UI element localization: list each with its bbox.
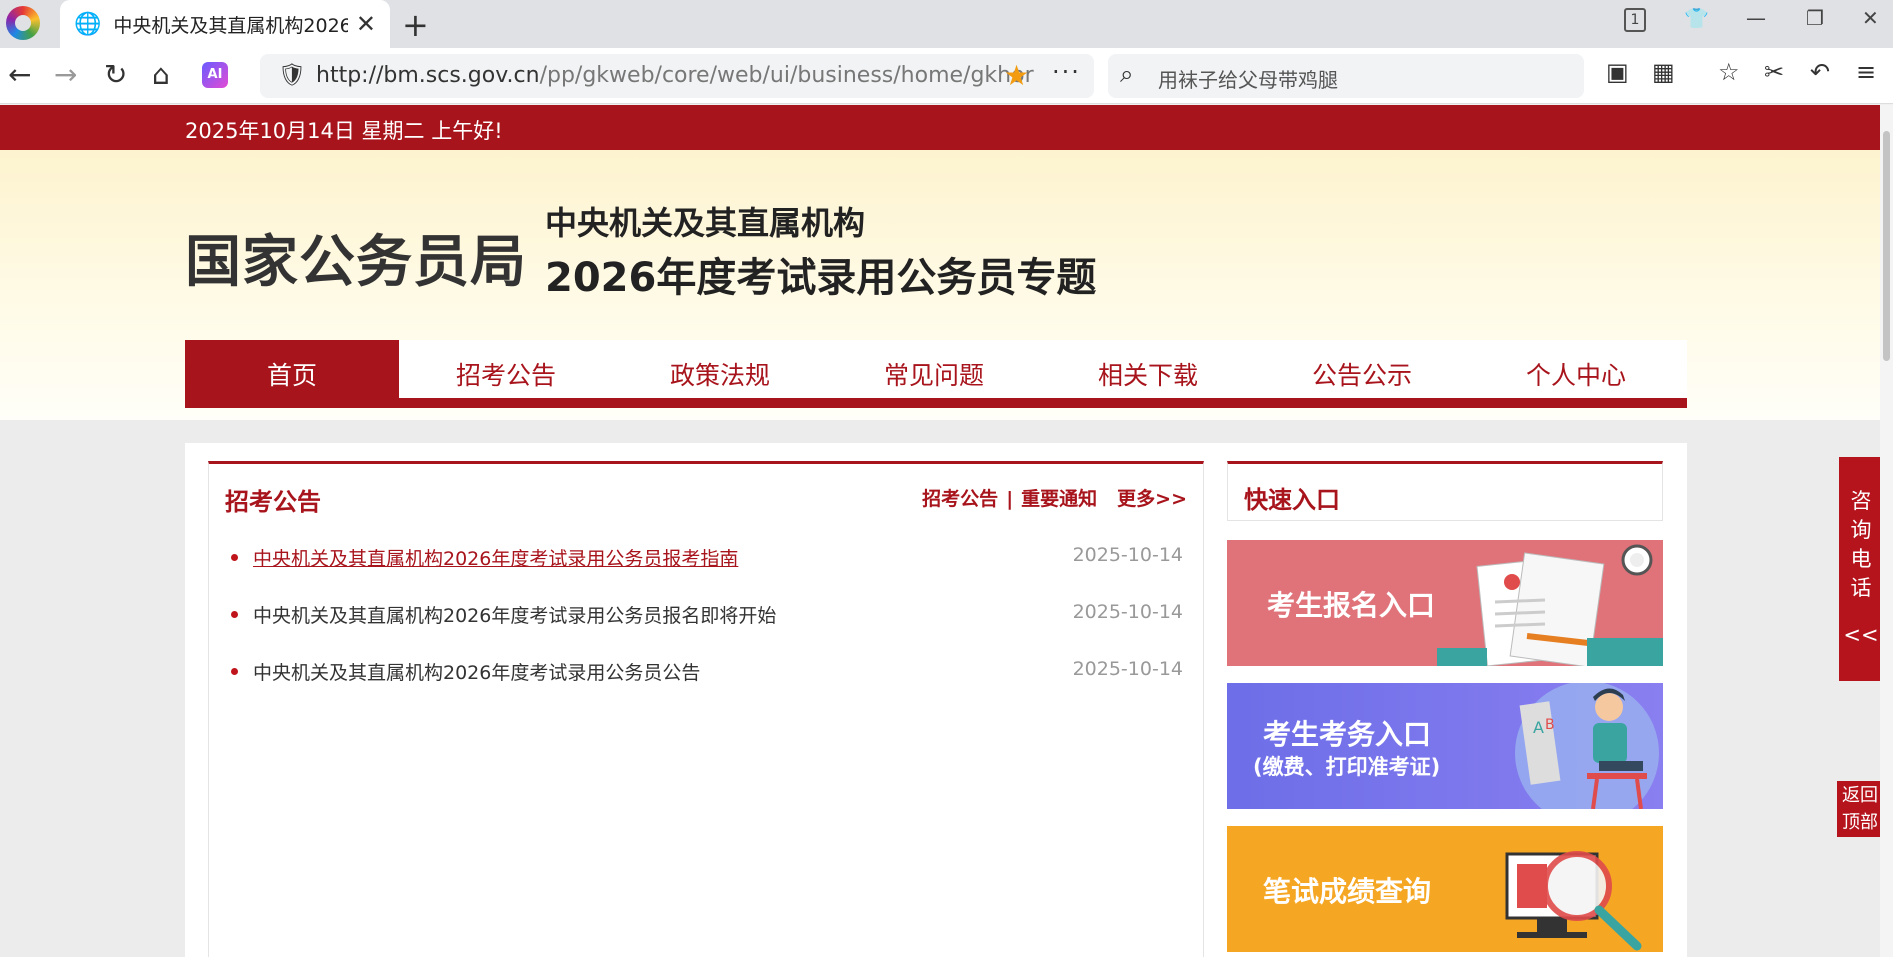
svg-text:A: A [1533,718,1544,737]
list-item[interactable]: 中央机关及其直属机构2026年度考试录用公务员公告 2025-10-14 [231,656,1183,686]
notice-heading: 招考公告 [225,488,321,516]
url-text[interactable]: http://bm.scs.gov.cn/pp/gkweb/core/web/u… [316,63,1050,88]
notice-date: 2025-10-14 [1072,658,1183,680]
scrollbar-thumb[interactable] [1883,131,1890,361]
reload-icon[interactable]: ↻ [104,58,127,91]
notice-panel: 招考公告 招考公告 | 重要通知 更多>> 中央机关及其直属机构2026年度考试录用公… [208,461,1204,957]
svg-text:B: B [1545,717,1555,733]
active-tab[interactable]: 🌐 中央机关及其直属机构2026年 ✕ [60,0,390,48]
back-top-line1: 返回 [1842,785,1878,806]
back-to-top-button[interactable]: 返回 顶部 [1837,781,1883,837]
nav-recruitment[interactable]: 招考公告 [399,340,613,408]
notice-title[interactable]: 中央机关及其直属机构2026年度考试录用公务员公告 [253,658,700,685]
restore-icon[interactable]: ❐ [1806,6,1824,30]
list-item[interactable]: 中央机关及其直属机构2026年度考试录用公务员报名即将开始 2025-10-14 [231,599,1183,629]
expand-arrow-icon: << [1843,623,1879,647]
undo-icon[interactable]: ↶ [1810,58,1830,86]
more-icon[interactable]: ··· [1052,58,1081,86]
browser-logo-icon[interactable] [6,6,40,40]
menu-icon[interactable]: ≡ [1856,58,1876,86]
main-content: 招考公告 招考公告 | 重要通知 更多>> 中央机关及其直属机构2026年度考试录用公… [185,443,1687,957]
notice-title[interactable]: 中央机关及其直属机构2026年度考试录用公务员报考指南 [253,544,738,571]
browser-tab-bar: 🌐 中央机关及其直属机构2026年 ✕ + 1 👕 — ❐ ✕ [0,0,1893,48]
consult-char: 询 [1850,518,1872,542]
web-page: 2025年10月14日 星期二 上午好! 国家公务员局 中央机关及其直属机构 2… [0,105,1893,957]
search-box[interactable]: ⌕ 用袜子给父母带鸡腿 [1108,54,1584,98]
more-link[interactable]: 更多>> [1117,488,1187,510]
tab-title: 中央机关及其直属机构2026年 [113,14,348,37]
apps-icon[interactable]: ▦ [1652,58,1675,86]
consult-char: 咨 [1850,489,1872,513]
window-close-icon[interactable]: ✕ [1862,6,1879,30]
subtitle-line2: 2026年度考试录用公务员专题 [545,255,1097,301]
magnifier-illustration-icon [1505,851,1642,951]
search-icon: ⌕ [1120,60,1134,88]
scissors-icon[interactable]: ✂ [1764,58,1784,86]
bullet-icon [231,668,238,675]
link-recruitment[interactable]: 招考公告 [922,488,998,510]
link-important-notice[interactable]: 重要通知 [1021,488,1097,510]
tab-count-icon[interactable]: 1 [1624,8,1646,32]
new-tab-icon[interactable]: + [402,6,429,44]
ai-icon[interactable]: AI [202,62,228,88]
nav-downloads[interactable]: 相关下载 [1041,340,1255,408]
globe-icon: 🌐 [74,11,102,37]
favorites-icon[interactable]: ☆ [1718,58,1740,86]
page-scrollbar[interactable] [1880,105,1893,957]
reader-icon[interactable]: ▣ [1606,58,1629,86]
bookmark-star-icon[interactable]: ★ [1004,59,1029,92]
minimize-icon[interactable]: — [1746,6,1766,30]
consult-char: 电 [1850,547,1872,571]
notice-links: 招考公告 | 重要通知 更多>> [922,484,1187,511]
link-separator: | [1006,488,1014,510]
close-tab-icon[interactable]: ✕ [356,10,376,38]
search-suggestion: 用袜子给父母带鸡腿 [1158,68,1338,92]
quick-entry-panel: 快速入口 [1227,461,1663,521]
browser-toolbar: ← → ↻ ⌂ AI 🛡 http://bm.scs.gov.cn/pp/gkw… [0,48,1893,104]
notice-date: 2025-10-14 [1072,544,1183,566]
list-item[interactable]: 中央机关及其直属机构2026年度考试录用公务员报考指南 2025-10-14 [231,542,1183,572]
home-icon[interactable]: ⌂ [152,58,170,91]
back-icon[interactable]: ← [8,58,31,91]
nav-announcements[interactable]: 公告公示 [1255,340,1469,408]
address-bar[interactable]: 🛡 http://bm.scs.gov.cn/pp/gkweb/core/web… [260,54,1094,98]
written-score-query-card[interactable]: 笔试成绩查询 [1227,826,1663,952]
notice-title[interactable]: 中央机关及其直属机构2026年度考试录用公务员报名即将开始 [253,601,776,628]
subtitle-line1: 中央机关及其直属机构 [545,204,866,242]
bullet-icon [231,554,238,561]
notice-date: 2025-10-14 [1072,601,1183,623]
bullet-icon [231,611,238,618]
quick-entry-heading: 快速入口 [1244,486,1340,514]
nav-home[interactable]: 首页 [185,340,399,408]
exam-affairs-entry-card[interactable]: 考生考务入口 (缴费、打印准考证) A B [1227,683,1663,809]
main-nav: 首页 招考公告 政策法规 常见问题 相关下载 公告公示 个人中心 [185,340,1687,408]
nav-policies[interactable]: 政策法规 [613,340,827,408]
consult-char: 话 [1850,576,1872,600]
tab-count: 1 [1630,12,1640,28]
computer-user-illustration-icon: A B [1515,683,1659,809]
nav-personal-center[interactable]: 个人中心 [1469,340,1683,408]
consult-phone-tab[interactable]: 咨 询 电 话 << [1839,457,1883,681]
site-title: 国家公务员局 [185,230,527,295]
date-strip: 2025年10月14日 星期二 上午好! [0,105,1880,150]
security-warning-icon[interactable]: 🛡 [278,63,306,88]
date-greeting: 2025年10月14日 星期二 上午好! [185,119,503,143]
registration-entry-card[interactable]: 考生报名入口 [1227,540,1663,666]
document-illustration-icon [1437,544,1663,666]
back-top-line2: 顶部 [1842,812,1878,833]
skin-icon[interactable]: 👕 [1684,6,1709,30]
nav-faq[interactable]: 常见问题 [827,340,1041,408]
forward-icon[interactable]: → [54,58,77,91]
